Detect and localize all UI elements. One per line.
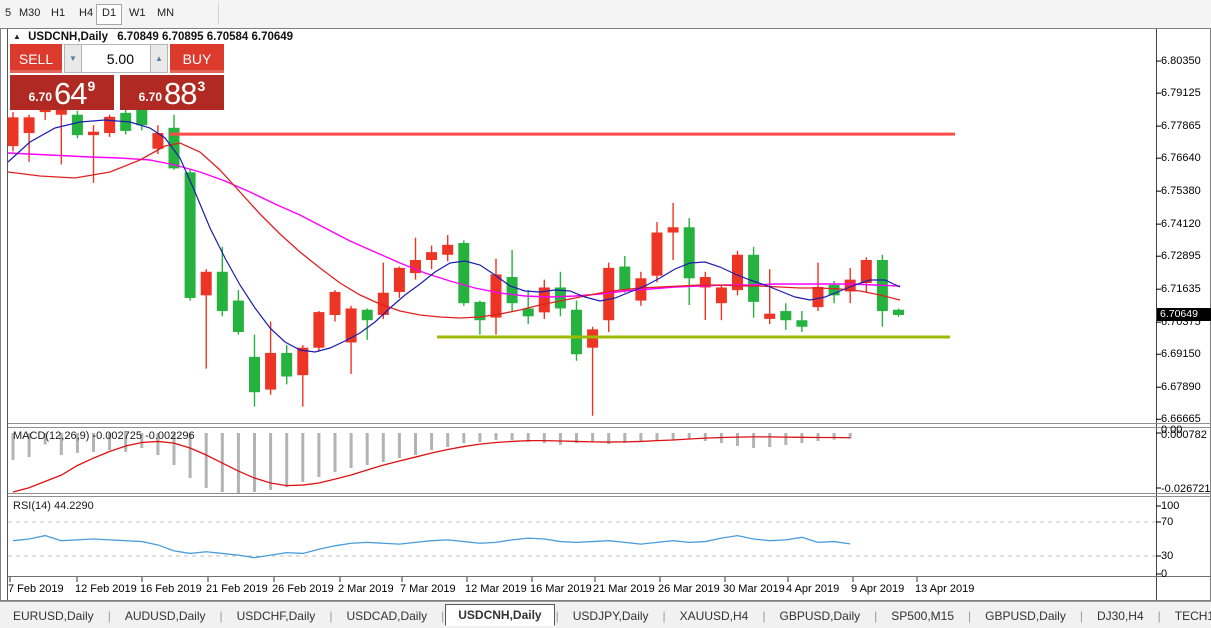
timeframe-button-mn[interactable]: MN [152, 4, 179, 23]
indicator-axis-label: 30 [1161, 550, 1174, 562]
chart-tab-usdchf-daily[interactable]: USDCHF,Daily [224, 605, 329, 627]
toolbar-separator [218, 3, 219, 24]
price-axis-label: 6.75380 [1161, 184, 1201, 197]
chart-tab-audusd-daily[interactable]: AUDUSD,Daily [112, 605, 219, 627]
timeframe-button-h4[interactable]: H4 [74, 4, 98, 23]
chart-tab-tech100-h1[interactable]: TECH100,H1 [1162, 605, 1211, 627]
platform-window: 5 M30 H1 H4 D1 W1 MN ▲ USDCNH,Daily 6.70849 6.… [0, 0, 1211, 628]
chart-overlays: ▲ USDCNH,Daily 6.70849 6.70895 6.70584 6… [0, 0, 1211, 628]
volume-increase-button[interactable]: ▲ [150, 44, 168, 73]
timeframe-button-d1[interactable]: D1 [96, 4, 123, 25]
volume-input[interactable] [82, 44, 150, 73]
chart-tab-eurusd-daily[interactable]: EURUSD,Daily [0, 605, 107, 627]
current-price-badge: 6.70649 [1157, 308, 1211, 321]
price-axis-label: 6.80350 [1161, 54, 1201, 67]
price-axis-label: 6.66665 [1161, 412, 1201, 425]
price-axis-label: 6.69150 [1161, 347, 1201, 360]
symbol-period-label: USDCNH,Daily [28, 31, 109, 43]
chart-title: ▲ USDCNH,Daily 6.70849 6.70895 6.70584 6… [13, 31, 293, 43]
timeframe-button-m30[interactable]: M30 [14, 4, 45, 23]
panel-borders [0, 28, 1211, 601]
macd-histogram [11, 433, 852, 493]
date-axis-label: 16 Mar 2019 [530, 583, 592, 595]
price-axis-label: 6.79125 [1161, 86, 1201, 99]
price-axis-label: 6.67890 [1161, 380, 1201, 393]
rsi-indicator-label: RSI(14) 44.2290 [13, 500, 94, 512]
date-axis-label: 16 Feb 2019 [140, 583, 202, 595]
volume-decrease-button[interactable]: ▼ [64, 44, 82, 73]
timeframe-button-w1[interactable]: W1 [124, 4, 151, 23]
chart-tab-usdcnh-daily[interactable]: USDCNH,Daily [445, 604, 555, 626]
indicator-axis-label: 0 [1161, 568, 1168, 580]
symbol-tab-bar: EURUSD,Daily | AUDUSD,Daily | USDCHF,Daily | U… [0, 601, 1211, 628]
sell-button[interactable]: SELL [10, 44, 62, 73]
date-axis-label: 21 Mar 2019 [593, 583, 655, 595]
sell-price-tile[interactable]: 6.70 64 9 [10, 75, 114, 110]
sell-price-prefix: 6.70 [28, 90, 53, 104]
indicator-axis-label: 0.000782 [1161, 429, 1207, 441]
buy-price-prefix: 6.70 [138, 90, 163, 104]
price-axis-label: 6.71635 [1161, 282, 1201, 295]
rsi-line [12, 534, 851, 559]
one-click-trade-panel: SELL ▼ ▲ BUY 6.70 64 9 6.70 88 3 [10, 44, 224, 110]
date-axis-label: 4 Apr 2019 [786, 583, 840, 595]
indicator-axis-label: 70 [1161, 516, 1174, 528]
slow-ma-line [7, 152, 901, 298]
date-axis-label: 2 Mar 2019 [338, 583, 394, 595]
macd-indicator-label: MACD(12,26,9) -0.002725 -0.002296 [13, 430, 195, 442]
price-axis-label: 6.72895 [1161, 249, 1201, 262]
price-axis-label: 6.77865 [1161, 119, 1201, 132]
date-axis-label: 7 Feb 2019 [8, 583, 64, 595]
sell-price-pip: 9 [87, 78, 96, 94]
timeframe-toolbar: 5 M30 H1 H4 D1 W1 MN [0, 0, 1211, 28]
indicator-axis-label: -0.026721 [1161, 483, 1211, 495]
chart-tab-usdcad-daily[interactable]: USDCAD,Daily [333, 605, 440, 627]
axis-ticks [9, 60, 1161, 582]
price-axis-label: 6.76640 [1161, 151, 1201, 164]
date-axis-label: 12 Feb 2019 [75, 583, 137, 595]
candlesticks [7, 101, 904, 416]
buy-price-tile[interactable]: 6.70 88 3 [120, 75, 224, 110]
chart-tab-gbpusd-daily[interactable]: GBPUSD,Daily [766, 605, 873, 627]
chart-tab-sp500-m15[interactable]: SP500,M15 [878, 605, 967, 627]
indicator-axis-label: 100 [1161, 500, 1180, 512]
timeframe-button-h1[interactable]: H1 [46, 4, 70, 23]
price-axis-label: 6.74120 [1161, 217, 1201, 230]
date-axis-label: 9 Apr 2019 [851, 583, 905, 595]
mid-ma-line [7, 142, 901, 319]
collapse-triangle-icon[interactable]: ▲ [13, 32, 21, 41]
chart-tab-dj30-h4[interactable]: DJ30,H4 [1084, 605, 1157, 627]
chart-tab-usdjpy-daily[interactable]: USDJPY,Daily [560, 605, 662, 627]
date-axis-label: 30 Mar 2019 [723, 583, 785, 595]
date-axis-label: 13 Apr 2019 [915, 583, 975, 595]
buy-price-big: 88 [164, 76, 197, 111]
ohlc-readout: 6.70849 6.70895 6.70584 6.70649 [117, 31, 294, 43]
macd-signal-line [12, 436, 851, 493]
date-axis-label: 21 Feb 2019 [206, 583, 268, 595]
buy-price-pip: 3 [197, 78, 206, 94]
sell-price-big: 64 [54, 76, 87, 111]
buy-button[interactable]: BUY [170, 44, 224, 73]
date-axis-label: 26 Feb 2019 [272, 583, 334, 595]
date-axis-label: 7 Mar 2019 [400, 583, 456, 595]
fast-ma-line [7, 119, 901, 353]
chart-tab-gbpusd-daily[interactable]: GBPUSD,Daily [972, 605, 1079, 627]
date-axis-label: 12 Mar 2019 [465, 583, 527, 595]
date-axis-label: 26 Mar 2019 [658, 583, 720, 595]
chart-tab-xauusd-h4[interactable]: XAUUSD,H4 [667, 605, 762, 627]
